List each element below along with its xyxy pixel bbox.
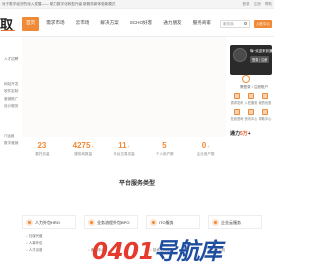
profile-card[interactable]: 嗨~欢迎来到通 登录 | 注册 bbox=[230, 45, 272, 75]
stat-item: 4275+ 服务商数量 bbox=[63, 138, 104, 168]
stat-label: 个人用户数 bbox=[155, 152, 174, 156]
power-number: 5万 bbox=[240, 131, 248, 137]
bpo-icon bbox=[88, 219, 95, 226]
left-menu-item[interactable]: 数字营销 bbox=[4, 141, 18, 146]
service-label: ITO服务 bbox=[159, 220, 174, 225]
power-stat: 通力5万+ bbox=[230, 130, 251, 137]
quick-action-chat[interactable]: 在线咨询 bbox=[230, 109, 244, 121]
nav-item-cloud-market[interactable]: 云市场 bbox=[72, 17, 94, 31]
search-icon[interactable] bbox=[244, 22, 247, 25]
top-bar: 对于数字经济的深入发展—— 助力数字化转型升级 新服务新体验新模式 登录 注册 … bbox=[0, 0, 274, 9]
service-card-bpo[interactable]: 业务流程外包BPO bbox=[84, 215, 138, 229]
nav-item-solutions[interactable]: 解决方案 bbox=[96, 17, 122, 31]
service-label: 企业云服务 bbox=[221, 220, 241, 225]
service-label: 业务流程外包BPO bbox=[97, 220, 130, 225]
watermark-part2: 导航库 bbox=[154, 239, 222, 265]
quick-action-label: 我的优惠 bbox=[258, 101, 272, 105]
login-link[interactable]: 登录 bbox=[242, 2, 249, 6]
stats-row: 23 委托总量 4275+ 服务商数量 11+ 平台交易总量 5 个人用户数 0… bbox=[22, 138, 226, 168]
left-menu-item[interactable]: 营销推广 bbox=[4, 97, 18, 102]
stat-item: 11+ 平台交易总量 bbox=[104, 138, 145, 168]
service-card-cloud[interactable]: 企业云服务 bbox=[208, 215, 262, 229]
top-links: 登录 注册 帮助 bbox=[239, 2, 272, 7]
service-type-row: 人力外包HRO 业务流程外包BPO ITO服务 企业云服务 bbox=[22, 215, 274, 229]
quick-action-help[interactable]: 帮助中心 bbox=[258, 109, 272, 121]
stat-unit: + bbox=[91, 144, 94, 149]
top-notice: 对于数字经济的深入发展—— 助力数字化转型升级 新服务新体验新模式 bbox=[2, 2, 116, 6]
stat-number: 0 bbox=[201, 141, 207, 150]
news-icon bbox=[248, 109, 254, 115]
cloud-icon bbox=[212, 219, 219, 226]
left-menu-item[interactable]: 网站开发 bbox=[4, 82, 18, 87]
user-sidebar: 嗨~欢迎来到通 登录 | 注册 需登录 / 注册账户 需求发布 入驻服务 我的优… bbox=[226, 37, 274, 167]
tender-icon bbox=[248, 93, 254, 99]
stat-item: 5 个人用户数 bbox=[144, 138, 185, 168]
order-icon bbox=[234, 93, 240, 99]
stat-number: 4275 bbox=[72, 141, 91, 150]
nav-search-input[interactable]: 服务商 bbox=[220, 20, 250, 28]
quick-action-coupon[interactable]: 我的优惠 bbox=[258, 93, 272, 105]
user-icon[interactable] bbox=[242, 75, 250, 83]
power-suffix: + bbox=[247, 131, 251, 137]
nav-menu: 首页 需求市场 云市场 解决方案 SCHO好客 通力朋友 服务商家 bbox=[22, 17, 218, 31]
stat-item: 23 委托总量 bbox=[22, 138, 63, 168]
help-link[interactable]: 帮助 bbox=[265, 2, 272, 6]
watermark-part1: 0401 bbox=[92, 239, 155, 265]
site-logo[interactable]: 取 bbox=[0, 13, 20, 33]
stat-label: 委托总量 bbox=[35, 152, 50, 156]
quick-action-label: 资讯中心 bbox=[244, 117, 258, 121]
nav-item-merchants[interactable]: 服务商家 bbox=[189, 17, 215, 31]
settle-in-button[interactable]: 入驻中心 bbox=[254, 20, 272, 28]
service-card-ito[interactable]: ITO服务 bbox=[146, 215, 200, 229]
hro-icon bbox=[26, 219, 33, 226]
profile-greeting: 嗨~欢迎来到通 bbox=[250, 49, 273, 53]
service-card-hro[interactable]: 人力外包HRO bbox=[22, 215, 76, 229]
nav-item-scho[interactable]: SCHO好客 bbox=[126, 17, 156, 31]
quick-action-label: 在线咨询 bbox=[230, 117, 244, 121]
stat-number: 5 bbox=[162, 141, 167, 150]
quick-action-label: 入驻服务 bbox=[244, 101, 258, 105]
stat-number: 23 bbox=[37, 141, 47, 150]
quick-action-publish[interactable]: 需求发布 bbox=[230, 93, 244, 105]
power-label: 通力 bbox=[230, 131, 241, 137]
quick-action-settle[interactable]: 入驻服务 bbox=[244, 93, 258, 105]
nav-search-placeholder: 服务商 bbox=[223, 22, 234, 26]
subitem-link[interactable]: 社保代缴 bbox=[26, 233, 43, 238]
service-label: 人力外包HRO bbox=[35, 220, 60, 225]
stat-unit: + bbox=[127, 144, 130, 149]
subitem-link[interactable]: 人才派遣 bbox=[26, 247, 43, 252]
stat-label: 服务商数量 bbox=[74, 152, 93, 156]
quick-action-label: 帮助中心 bbox=[258, 117, 272, 121]
nav-item-home[interactable]: 首页 bbox=[22, 17, 40, 31]
left-category-menu: 人才招聘 网站开发 软件定制 营销推广 设计服务 IT运维 数字营销 bbox=[0, 37, 22, 145]
ito-icon bbox=[150, 219, 157, 226]
stat-label: 平台交易总量 bbox=[113, 152, 135, 156]
quick-action-news[interactable]: 资讯中心 bbox=[244, 109, 258, 121]
left-menu-item[interactable]: 人才招聘 bbox=[4, 57, 18, 62]
main-nav-bar: 取 首页 需求市场 云市场 解决方案 SCHO好客 通力朋友 服务商家 服务商 … bbox=[0, 9, 274, 37]
avatar bbox=[233, 48, 247, 62]
left-menu-item[interactable]: 软件定制 bbox=[4, 89, 18, 94]
nav-item-friends[interactable]: 通力朋友 bbox=[159, 17, 185, 31]
help-icon bbox=[262, 109, 268, 115]
hero-banner[interactable] bbox=[22, 37, 226, 137]
subitem-link[interactable]: 人事外包 bbox=[26, 240, 43, 245]
nav-item-demand-market[interactable]: 需求市场 bbox=[42, 17, 68, 31]
coupon-icon bbox=[262, 93, 268, 99]
quick-action-label: 需求发布 bbox=[230, 101, 244, 105]
logo-underline bbox=[1, 30, 15, 31]
stat-label: 企业用户数 bbox=[196, 152, 215, 156]
stat-item: 0+ 企业用户数 bbox=[185, 138, 226, 168]
register-link[interactable]: 注册 bbox=[254, 2, 261, 6]
login-register-label[interactable]: 需登录 / 注册账户 bbox=[240, 85, 268, 90]
left-menu-item[interactable]: 设计服务 bbox=[4, 104, 18, 109]
stat-number: 11 bbox=[118, 141, 127, 150]
section-title: 平台服务类型 bbox=[118, 181, 155, 187]
chat-icon bbox=[234, 109, 240, 115]
stat-unit: + bbox=[207, 144, 210, 149]
watermark-logo: 0401导航库 bbox=[92, 232, 222, 266]
left-menu-item[interactable]: IT运维 bbox=[4, 134, 14, 139]
profile-login-tag[interactable]: 登录 | 注册 bbox=[250, 56, 270, 63]
